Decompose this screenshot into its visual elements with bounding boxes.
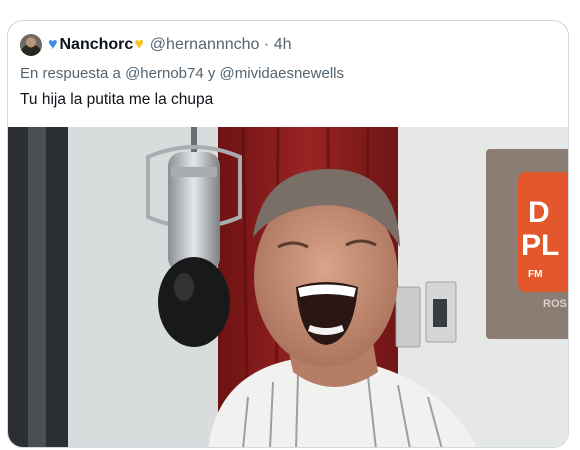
mic-pop-filter	[158, 257, 230, 347]
sign-text-2: PL	[521, 229, 559, 262]
avatar[interactable]	[20, 34, 42, 56]
tweet-card[interactable]: ♥ Nanchorc ♥ @hernannncho · 4h En respue…	[7, 20, 569, 448]
sign-small: FM	[528, 269, 542, 280]
display-name[interactable]: Nanchorc	[60, 36, 134, 54]
reply-user-link-2[interactable]: @mividaesnewells	[220, 65, 344, 82]
tweet-header: ♥ Nanchorc ♥ @hernannncho · 4h	[20, 33, 291, 57]
sign-city: ROS	[543, 298, 567, 310]
separator-dot: ·	[263, 36, 270, 53]
timestamp[interactable]: 4h	[274, 36, 292, 54]
tweet-text: Tu hija la putita me la chupa	[20, 91, 214, 108]
reply-prefix: En respuesta a	[20, 65, 121, 82]
reply-user-link-1[interactable]: @hernob74	[125, 65, 204, 82]
user-handle[interactable]: @hernannncho	[150, 36, 260, 54]
heart-blue-icon: ♥	[48, 36, 58, 53]
radio-sign: D PL FM ROS	[486, 149, 568, 339]
heart-yellow-icon: ♥	[134, 36, 144, 53]
reply-joiner: y	[207, 65, 216, 82]
radio-studio-photo: D PL FM ROS	[8, 127, 568, 447]
tweet-media-photo[interactable]: D PL FM ROS	[8, 127, 568, 447]
reply-context: En respuesta a @hernob74 y @mividaesnewe…	[20, 65, 344, 82]
sign-text-1: D	[528, 196, 550, 229]
